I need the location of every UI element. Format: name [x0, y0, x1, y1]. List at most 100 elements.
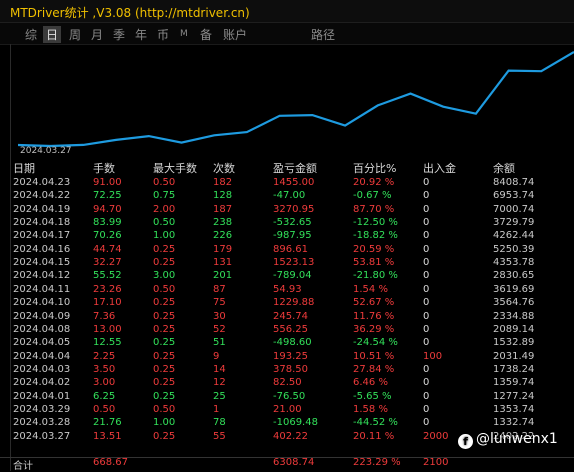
row-max-hands: 0.25: [153, 243, 176, 255]
balance-line: [18, 51, 574, 148]
row-percent: 11.76 %: [353, 310, 395, 322]
row-percent: 53.81 %: [353, 257, 395, 269]
table-row: 2024.04.10 17.10 0.25 75 1229.88 52.67 % 0 3564…: [0, 297, 574, 310]
row-pnl: 21.00: [273, 403, 302, 415]
row-max-hands: 3.00: [153, 270, 176, 282]
row-balance: 2334.88: [493, 310, 535, 322]
tab-currency[interactable]: 币: [154, 26, 172, 43]
header-balance: 余额: [493, 162, 515, 175]
row-pnl: 1523.13: [273, 257, 315, 269]
row-max-hands: 0.25: [153, 257, 176, 269]
tab-account[interactable]: 账户: [220, 26, 250, 43]
row-count: 131: [213, 257, 233, 269]
tab-notes[interactable]: 备: [197, 26, 215, 43]
row-pnl: 1229.88: [273, 297, 315, 309]
row-count: 14: [213, 363, 226, 375]
row-pnl: 3270.95: [273, 203, 315, 215]
row-balance: 2830.65: [493, 270, 535, 282]
row-date: 2024.04.23: [13, 177, 71, 188]
row-balance: 4353.78: [493, 257, 535, 269]
header-pnl: 盈亏金额: [273, 162, 317, 175]
row-percent: 1.58 %: [353, 403, 388, 415]
header-max-hands: 最大手数: [153, 162, 197, 175]
row-percent: 20.11 %: [353, 430, 395, 442]
row-balance: 3619.69: [493, 283, 535, 295]
row-cashflow: 0: [423, 310, 430, 322]
row-percent: 10.51 %: [353, 350, 395, 362]
table-row: 2024.04.12 55.52 3.00 201 -789.04 -21.80 % 0 28…: [0, 270, 574, 283]
tab-daily[interactable]: 日: [43, 26, 62, 43]
row-count: 1: [213, 403, 220, 415]
row-balance: 2089.14: [493, 323, 535, 335]
tab-bar: 综 日 周 月 季 年 币 M 备 账户 路径: [0, 23, 574, 45]
title-bar: MTDriver统计 ,V3.08 (http://mtdriver.cn): [0, 0, 574, 23]
table-row: 2024.03.28 21.76 1.00 78 -1069.48 -44.52 % 0 13…: [0, 417, 574, 430]
row-date: 2024.03.28: [13, 417, 71, 429]
table-row: 2024.04.08 13.00 0.25 52 556.25 36.29 % 0 2089.…: [0, 324, 574, 337]
row-hands: 3.00: [93, 377, 116, 389]
row-hands: 91.00: [93, 177, 122, 188]
row-hands: 17.10: [93, 297, 122, 309]
row-balance: 1532.89: [493, 337, 535, 349]
table-row: 2024.04.22 72.25 0.75 128 -47.00 -0.67 % 0 6953…: [0, 190, 574, 203]
row-pnl: 54.93: [273, 283, 302, 295]
row-count: 9: [213, 350, 220, 362]
row-balance: 3564.76: [493, 297, 535, 309]
header-date: 日期: [13, 162, 35, 175]
tab-summary[interactable]: 综: [22, 26, 40, 43]
row-date: 2024.04.09: [13, 310, 71, 322]
row-count: 87: [213, 283, 226, 295]
row-max-hands: 0.25: [153, 297, 176, 309]
row-date: 2024.04.19: [13, 203, 71, 215]
row-date: 2024.04.17: [13, 230, 71, 242]
row-pnl: 1455.00: [273, 177, 315, 188]
watermark-text: @lunwenx1: [476, 431, 558, 447]
table-row: 2024.04.23 91.00 0.50 182 1455.00 20.92 % 0 840…: [0, 177, 574, 190]
table-row: 2024.04.15 32.27 0.25 131 1523.13 53.81 % 0 435…: [0, 257, 574, 270]
row-hands: 3.50: [93, 363, 116, 375]
row-count: 12: [213, 377, 226, 389]
row-pnl: 193.25: [273, 350, 308, 362]
row-count: 75: [213, 297, 226, 309]
tab-m[interactable]: M: [177, 29, 191, 39]
row-pnl: -1069.48: [273, 417, 318, 429]
total-pnl: 6308.74: [273, 457, 315, 468]
row-balance: 5250.39: [493, 243, 535, 255]
row-cashflow: 0: [423, 297, 430, 309]
row-hands: 13.51: [93, 430, 122, 442]
row-count: 78: [213, 417, 226, 429]
row-date: 2024.04.03: [13, 363, 71, 375]
header-percent: 百分比%: [353, 162, 397, 175]
row-percent: -0.67 %: [353, 190, 392, 202]
row-hands: 0.50: [93, 403, 116, 415]
row-cashflow: 0: [423, 377, 430, 389]
window-title: MTDriver统计 ,V3.08 (http://mtdriver.cn): [10, 6, 250, 20]
table-row: 2024.04.18 83.99 0.50 238 -532.65 -12.50 % 0 37…: [0, 217, 574, 230]
row-cashflow: 2000: [423, 430, 449, 442]
tab-monthly[interactable]: 月: [88, 26, 106, 43]
row-balance: 8408.74: [493, 177, 535, 188]
row-cashflow: 0: [423, 337, 430, 349]
total-hands: 668.67: [93, 457, 128, 468]
row-hands: 83.99: [93, 217, 122, 229]
row-count: 128: [213, 190, 233, 202]
tab-weekly[interactable]: 周: [66, 26, 84, 43]
tab-quarterly[interactable]: 季: [110, 26, 128, 43]
facebook-icon: f: [458, 434, 473, 449]
row-percent: -18.82 %: [353, 230, 398, 242]
tab-yearly[interactable]: 年: [132, 26, 150, 43]
row-hands: 70.26: [93, 230, 122, 242]
row-percent: -21.80 %: [353, 270, 398, 282]
row-date: 2024.03.27: [13, 430, 71, 442]
row-balance: 6953.74: [493, 190, 535, 202]
row-cashflow: 0: [423, 257, 430, 269]
tab-path[interactable]: 路径: [308, 26, 338, 43]
row-max-hands: 0.75: [153, 190, 176, 202]
row-balance: 4262.44: [493, 230, 535, 242]
table-row: 2024.04.05 12.55 0.25 51 -498.60 -24.54 % 0 153…: [0, 337, 574, 350]
total-row: 合计 668.67 6308.74 223.29 % 2100: [0, 457, 574, 472]
row-max-hands: 0.50: [153, 177, 176, 188]
row-max-hands: 0.25: [153, 430, 176, 442]
row-date: 2024.04.10: [13, 297, 71, 309]
table-row: 2024.04.17 70.26 1.00 226 -987.95 -18.82 % 0 42…: [0, 230, 574, 243]
